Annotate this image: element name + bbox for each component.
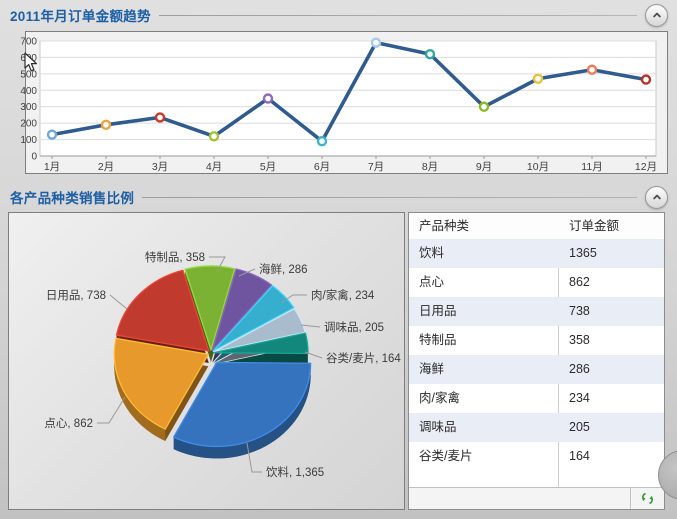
- table-cell-amount: 286: [559, 355, 664, 384]
- table-cell-category: 肉/家禽: [409, 384, 559, 413]
- table-cell-amount: 234: [559, 384, 664, 413]
- svg-text:2月: 2月: [98, 161, 114, 173]
- data-point-marker[interactable]: [48, 131, 56, 139]
- chevron-up-icon: [651, 9, 663, 21]
- trend-line-chart[interactable]: 01002003004005006007001月2月3月4月5月6月7月8月9月…: [26, 32, 667, 173]
- column-header-category: 产品种类: [409, 213, 559, 239]
- data-point-marker[interactable]: [102, 121, 110, 129]
- data-point-marker[interactable]: [318, 137, 326, 145]
- table-row[interactable]: 调味品205: [409, 413, 664, 442]
- pie-chart[interactable]: 特制品, 358 海鲜, 286肉/家禽, 234 调味品, 205 谷类/麦片, 1…: [9, 213, 402, 507]
- pie-chart-panel: 特制品, 358 海鲜, 286肉/家禽, 234 调味品, 205 谷类/麦片, 1…: [8, 212, 405, 510]
- svg-text:12月: 12月: [635, 161, 657, 173]
- y-axis-labels: 0 100 200 300 400 500 600 700: [20, 37, 37, 163]
- table-footer: [409, 487, 664, 509]
- table-cell-category: 点心: [409, 268, 559, 297]
- svg-text:10月: 10月: [527, 161, 549, 173]
- chevron-up-icon: [651, 191, 663, 203]
- table-cell-category: 海鲜: [409, 355, 559, 384]
- data-point-marker[interactable]: [264, 95, 272, 103]
- svg-text:6月: 6月: [314, 161, 330, 173]
- table-row[interactable]: 日用品738: [409, 297, 664, 326]
- pie-panel-header: 各产品种类销售比例: [10, 186, 668, 208]
- label-connector: [97, 397, 125, 423]
- pie-label: 肉/家禽, 234: [311, 288, 375, 302]
- pie-label: 日用品, 738: [46, 289, 106, 302]
- svg-text:9月: 9月: [476, 161, 492, 173]
- table-cell-category: 特制品: [409, 326, 559, 355]
- x-axis-labels: 1月 2月 3月 4月 5月 6月 7月 8月 9月 10月 11月 12月: [44, 156, 657, 173]
- table-row[interactable]: 饮料1365: [409, 239, 664, 268]
- trend-panel-title: 2011年月订单金额趋势: [10, 5, 151, 25]
- svg-text:11月: 11月: [581, 161, 602, 173]
- table-cell-category: 谷类/麦片: [409, 442, 559, 471]
- svg-text:700: 700: [20, 37, 37, 48]
- trend-panel-header: 2011年月订单金额趋势: [10, 4, 668, 26]
- table-cell-category: 调味品: [409, 413, 559, 442]
- footer-divider: [630, 488, 631, 509]
- pie-label: 谷类/麦片, 164: [326, 351, 401, 365]
- svg-text:4月: 4月: [206, 161, 222, 173]
- category-table-panel: 产品种类 订单金额 饮料1365点心862日用品738特制品358海鲜286肉/…: [408, 212, 665, 510]
- table-row[interactable]: 海鲜286: [409, 355, 664, 384]
- trend-chart-panel: 01002003004005006007001月2月3月4月5月6月7月8月9月…: [25, 31, 668, 174]
- svg-text:500: 500: [20, 69, 37, 80]
- table-cell-amount: 1365: [559, 239, 664, 268]
- table-cell-category: 日用品: [409, 297, 559, 326]
- table-cell-amount: 164: [559, 442, 664, 471]
- pie-panel-title: 各产品种类销售比例: [10, 187, 134, 207]
- data-point-marker[interactable]: [210, 132, 218, 140]
- table-cell-amount: 205: [559, 413, 664, 442]
- collapse-pie-panel-button[interactable]: [645, 186, 668, 209]
- refresh-button[interactable]: [638, 491, 656, 506]
- plot-area: [40, 41, 656, 156]
- label-connector: [110, 295, 127, 309]
- header-rule: [159, 15, 637, 16]
- svg-text:400: 400: [20, 86, 37, 97]
- pie-label: 特制品, 358: [145, 250, 205, 264]
- table-header-row: 产品种类 订单金额: [409, 213, 664, 240]
- data-point-marker[interactable]: [426, 50, 434, 58]
- pie-label: 饮料, 1,365: [266, 465, 324, 479]
- table-row[interactable]: 肉/家禽234: [409, 384, 664, 413]
- svg-text:100: 100: [20, 135, 37, 146]
- svg-text:200: 200: [20, 119, 37, 130]
- svg-text:5月: 5月: [260, 161, 276, 173]
- data-point-marker[interactable]: [534, 75, 542, 83]
- svg-text:1月: 1月: [44, 161, 60, 173]
- data-point-marker[interactable]: [642, 76, 650, 84]
- table-row[interactable]: 谷类/麦片164: [409, 442, 664, 471]
- pie-label: 海鲜, 286: [259, 262, 308, 276]
- table-cell-amount: 862: [559, 268, 664, 297]
- refresh-icon: [640, 491, 655, 506]
- pie-label: 点心, 862: [44, 417, 93, 430]
- data-point-marker[interactable]: [588, 66, 596, 74]
- data-point-marker[interactable]: [156, 113, 164, 121]
- table-row[interactable]: 点心862: [409, 268, 664, 297]
- data-point-marker[interactable]: [372, 39, 380, 47]
- pie-label: 调味品, 205: [324, 321, 384, 334]
- column-header-amount: 订单金额: [559, 213, 664, 239]
- svg-text:300: 300: [20, 102, 37, 113]
- header-rule: [142, 197, 637, 198]
- collapse-trend-panel-button[interactable]: [645, 4, 668, 27]
- table-cell-category: 饮料: [409, 239, 559, 268]
- data-point-marker[interactable]: [480, 103, 488, 111]
- svg-text:600: 600: [20, 53, 37, 64]
- table-row[interactable]: 特制品358: [409, 326, 664, 355]
- table-cell-amount: 358: [559, 326, 664, 355]
- svg-text:7月: 7月: [368, 161, 384, 173]
- table-cell-amount: 738: [559, 297, 664, 326]
- svg-text:3月: 3月: [152, 161, 168, 173]
- svg-text:8月: 8月: [422, 161, 438, 173]
- svg-text:0: 0: [31, 152, 37, 163]
